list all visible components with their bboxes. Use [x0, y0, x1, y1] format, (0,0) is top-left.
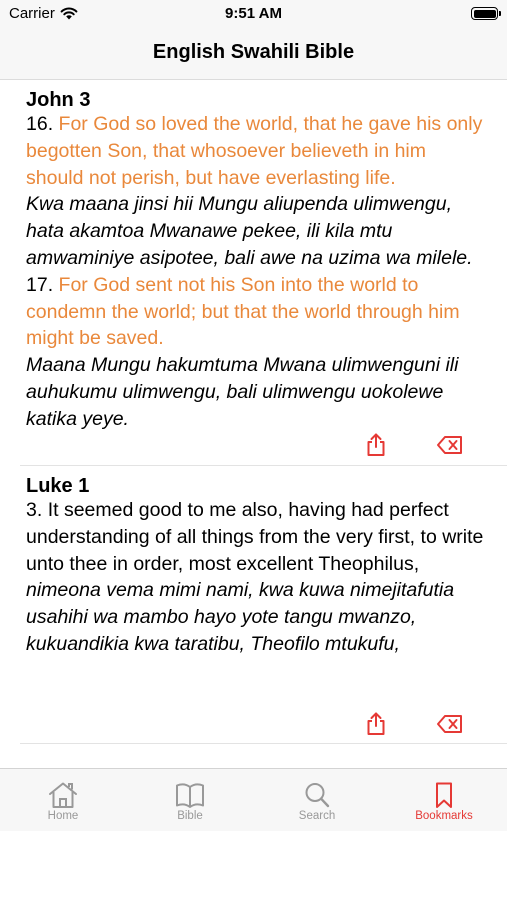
verse-number: 16. [26, 113, 59, 135]
bookmark-verse-text: 16. For God so loved the world, that he … [26, 111, 488, 433]
bookmark-card: John 3 16. For God so loved the world, t… [0, 80, 507, 466]
delete-icon [437, 436, 462, 454]
verse-english: It seemed good to me also, having had pe… [26, 499, 484, 575]
bookmark-reference: John 3 [26, 89, 91, 111]
bookmark-verse-text: 3. It seemed good to me also, having had… [26, 497, 488, 658]
tab-home-label: Home [47, 810, 79, 822]
tab-search-label: Search [298, 810, 336, 822]
tab-home[interactable]: Home [0, 769, 126, 831]
share-button[interactable] [363, 711, 389, 737]
page-title: English Swahili Bible [152, 41, 355, 63]
verse-swahili: nimeona vema mimi nami, kwa kuwa nimejit… [26, 579, 455, 655]
book-icon [176, 783, 204, 808]
status-bar: Carrier 9:51 AM [0, 0, 507, 30]
verse-english: For God sent not his Son into the world … [26, 273, 460, 350]
delete-bookmark-button[interactable] [436, 432, 464, 458]
navigation-bar: English Swahili Bible [0, 30, 507, 80]
verse-number: 17. [26, 273, 59, 296]
delete-bookmark-button[interactable] [436, 711, 464, 737]
bookmarks-list[interactable]: John 3 16. For God so loved the world, t… [0, 80, 507, 768]
tab-bible[interactable]: Bible [127, 769, 253, 831]
tab-bookmarks-label: Bookmarks [415, 810, 473, 822]
tab-bar: Home Bible Search Bookmarks [0, 768, 507, 831]
verse-number: 3. [26, 499, 48, 521]
verse-swahili: Kwa maana jinsi hii Mungu aliupenda ulim… [26, 193, 473, 269]
share-button[interactable] [363, 432, 389, 458]
delete-icon [437, 715, 462, 733]
bookmark-icon [436, 782, 452, 808]
battery-icon [471, 7, 501, 20]
tab-bible-label: Bible [177, 810, 203, 822]
verse-swahili: Maana Mungu hakumtuma Mwana ulimwenguni … [26, 354, 459, 430]
bookmark-divider [20, 743, 507, 744]
home-icon [49, 782, 77, 808]
search-icon [305, 783, 330, 808]
share-icon [367, 712, 385, 735]
verse-english: For God so loved the world, that he gave… [26, 113, 483, 189]
bookmark-card: Luke 1 3. It seemed good to me also, hav… [0, 466, 507, 744]
status-time: 9:51 AM [225, 5, 282, 22]
tab-search[interactable]: Search [254, 769, 380, 831]
bookmark-reference: Luke 1 [26, 475, 90, 497]
tab-bookmarks[interactable]: Bookmarks [381, 769, 507, 831]
share-icon [367, 433, 385, 456]
